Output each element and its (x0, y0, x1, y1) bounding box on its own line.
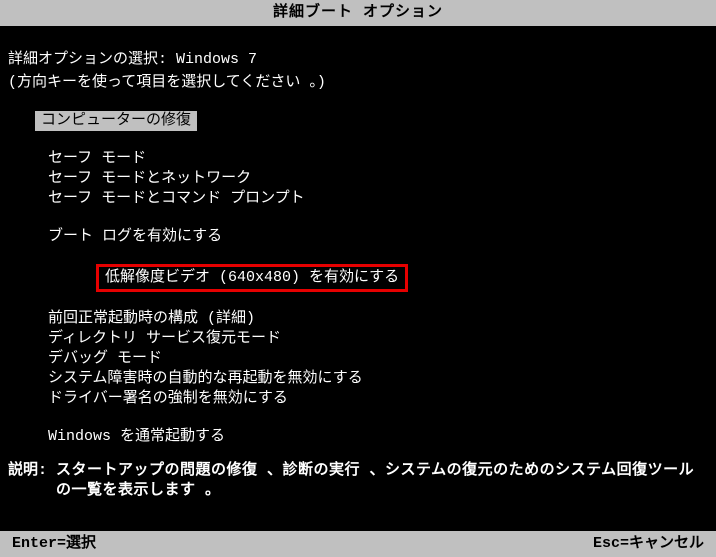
boot-option[interactable]: ディレクトリ サービス復元モード (48, 329, 708, 349)
hint-line: (方向キーを使って項目を選択してください 。) (8, 73, 708, 93)
boot-option[interactable]: デバッグ モード (48, 349, 708, 369)
boot-option[interactable]: セーフ モード (48, 149, 708, 169)
description-block: 説明: スタートアップの問題の修復 、診断の実行 、システムの復元のためのシステ… (0, 461, 716, 502)
description-text: スタートアップの問題の修復 、診断の実行 、システムの復元のためのシステム回復ツ… (56, 461, 708, 502)
title-bar: 詳細ブート オプション (0, 0, 716, 26)
boot-option[interactable]: ドライバー署名の強制を無効にする (48, 389, 708, 409)
boot-option[interactable]: 前回正常起動時の構成 (詳細) (48, 309, 708, 329)
selected-option-row: コンピューターの修復 (8, 111, 708, 131)
description-label: 説明: (8, 461, 56, 502)
boot-option-highlighted[interactable]: 低解像度ビデオ (640x480) を有効にする (48, 247, 708, 309)
boot-option[interactable]: Windows を通常起動する (48, 427, 708, 447)
boot-option[interactable]: セーフ モードとコマンド プロンプト (48, 189, 708, 209)
boot-option[interactable]: ブート ログを有効にする (48, 227, 708, 247)
boot-option[interactable]: システム障害時の自動的な再起動を無効にする (48, 369, 708, 389)
option-list: セーフ モード セーフ モードとネットワーク セーフ モードとコマンド プロンプ… (8, 149, 708, 447)
footer-esc: Esc=キャンセル (593, 534, 704, 554)
prompt-line: 詳細オプションの選択: Windows 7 (8, 50, 708, 70)
footer-enter: Enter=選択 (12, 534, 96, 554)
highlight-box: 低解像度ビデオ (640x480) を有効にする (96, 264, 408, 292)
content-area: 詳細オプションの選択: Windows 7 (方向キーを使って項目を選択してくだ… (0, 26, 716, 447)
footer-bar: Enter=選択 Esc=キャンセル (0, 531, 716, 557)
boot-option[interactable]: セーフ モードとネットワーク (48, 169, 708, 189)
title-text: 詳細ブート オプション (273, 4, 443, 21)
selected-option[interactable]: コンピューターの修復 (35, 111, 197, 131)
